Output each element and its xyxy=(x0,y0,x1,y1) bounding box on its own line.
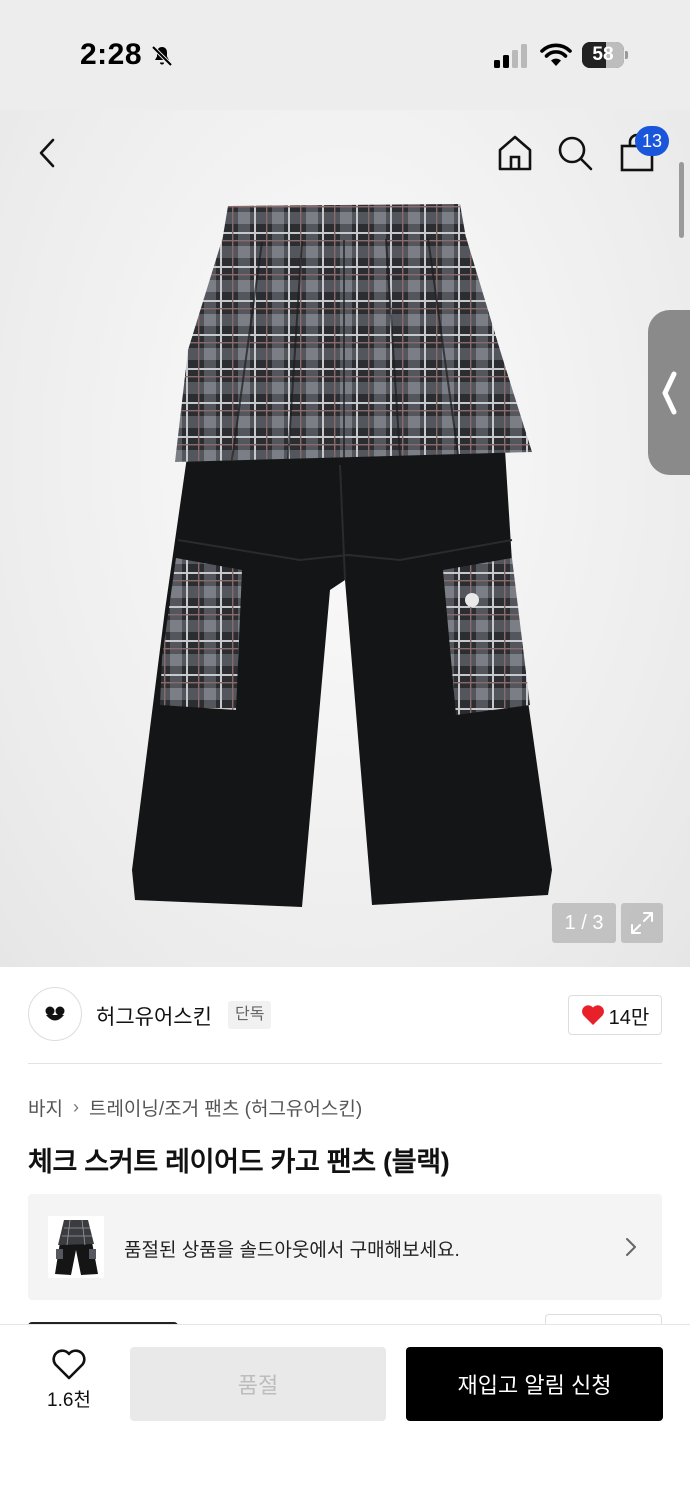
brand-logo-mark-icon xyxy=(45,1006,65,1021)
heart-outline-icon xyxy=(52,1349,86,1380)
expand-icon xyxy=(631,912,653,934)
search-icon xyxy=(558,136,593,171)
back-button[interactable] xyxy=(22,128,72,178)
battery-indicator: 58 xyxy=(582,42,628,68)
search-button[interactable] xyxy=(550,128,600,178)
side-panel-handle[interactable] xyxy=(648,310,690,475)
brand-logo[interactable] xyxy=(28,987,82,1041)
exclusive-badge: 단독 xyxy=(228,1001,272,1029)
heart-filled-icon xyxy=(581,1005,604,1025)
top-navigation xyxy=(0,110,690,200)
divider xyxy=(28,1063,662,1064)
chevron-right-icon: › xyxy=(72,1097,79,1117)
signal-icon xyxy=(494,44,527,68)
status-time: 2:28 xyxy=(80,38,143,71)
wifi-icon xyxy=(540,43,572,66)
expand-image-button[interactable] xyxy=(621,903,663,943)
chevron-left-icon xyxy=(39,138,55,168)
soldout-resale-banner[interactable]: 품절된 상품을 솔드아웃에서 구매해보세요. xyxy=(28,1194,662,1300)
wishlist-count: 1.6천 xyxy=(47,1390,91,1411)
breadcrumb-subcategory[interactable]: 트레이닝/조거 팬츠 (허그유어스킨) xyxy=(89,1094,362,1121)
chevron-right-icon xyxy=(626,1238,636,1256)
soldout-banner-text: 품절된 상품을 솔드아웃에서 구매해보세요. xyxy=(124,1240,460,1261)
wishlist-button[interactable]: 1.6천 xyxy=(34,1349,104,1419)
soldout-button: 품절 xyxy=(130,1347,386,1421)
breadcrumb: 바지 › 트레이닝/조거 팬츠 (허그유어스킨) xyxy=(28,1094,362,1121)
product-title: 체크 스커트 레이어드 카고 팬츠 (블랙) xyxy=(28,1147,450,1177)
breadcrumb-category[interactable]: 바지 xyxy=(28,1094,63,1121)
status-bar: 2:28 58 xyxy=(0,0,690,110)
brand-like-count: 14만 xyxy=(608,1006,650,1029)
home-icon xyxy=(498,135,532,171)
brand-row: 허그유어스킨 단독 14만 xyxy=(28,985,662,1047)
chevron-left-icon xyxy=(662,371,677,414)
battery-percent: 58 xyxy=(592,44,614,65)
cart-count-badge: 13 xyxy=(635,126,669,156)
product-image-gallery[interactable] xyxy=(0,110,690,967)
restock-alert-button[interactable]: 재입고 알림 신청 xyxy=(406,1347,663,1421)
product-photo xyxy=(132,204,552,907)
home-button[interactable] xyxy=(490,128,540,178)
bottom-action-bar: 1.6천 품절 재입고 알림 신청 xyxy=(0,1324,690,1500)
brand-name[interactable]: 허그유어스킨 xyxy=(96,1001,212,1031)
scroll-indicator xyxy=(679,162,684,238)
bell-slash-icon xyxy=(151,45,173,67)
brand-like-button[interactable]: 14만 xyxy=(568,995,662,1035)
banner-product-thumbnail xyxy=(48,1216,104,1278)
image-pager: 1 / 3 xyxy=(552,903,616,943)
